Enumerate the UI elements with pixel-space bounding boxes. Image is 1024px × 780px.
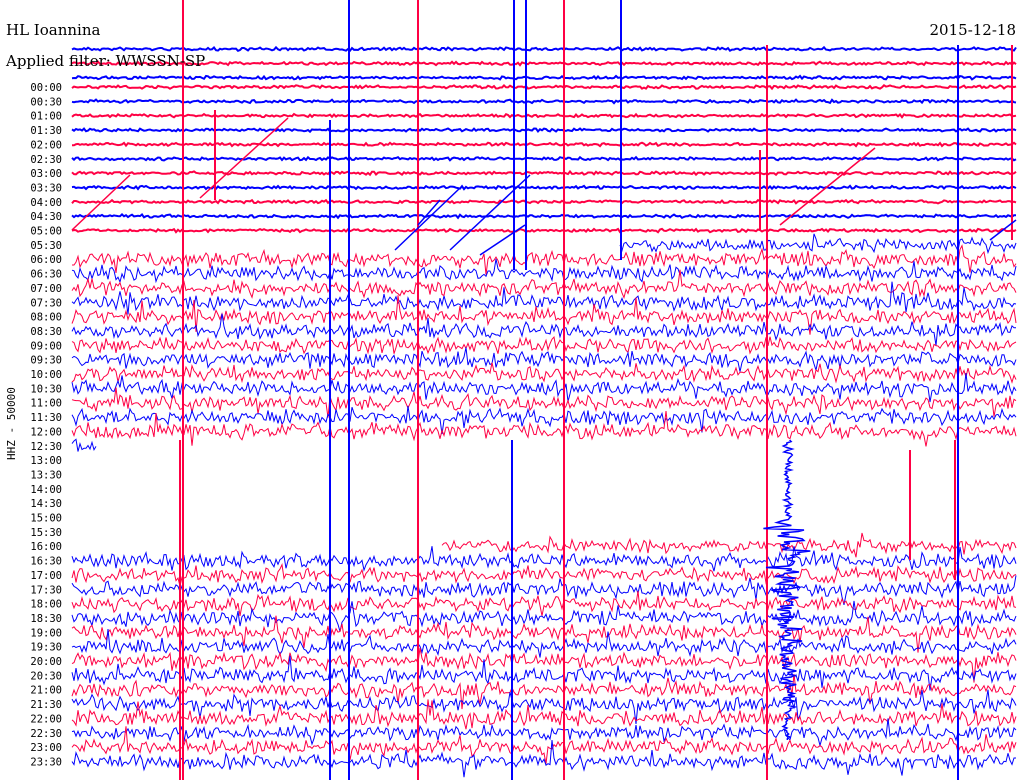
time-label-0000: 00:00 bbox=[30, 82, 62, 94]
trace-row-0530 bbox=[619, 233, 1017, 255]
time-label-0100: 01:00 bbox=[30, 111, 62, 123]
trace-row-1900 bbox=[71, 615, 1017, 653]
trace-row-1230 bbox=[71, 438, 97, 452]
time-label-1330: 13:30 bbox=[30, 469, 62, 481]
trace-row-1600 bbox=[441, 532, 1017, 558]
time-label-0630: 06:30 bbox=[30, 269, 62, 281]
time-label-0700: 07:00 bbox=[30, 283, 62, 295]
time-label-0330: 03:30 bbox=[30, 182, 62, 194]
time-label-0830: 08:30 bbox=[30, 326, 62, 338]
time-label-2000: 20:00 bbox=[30, 656, 62, 668]
time-label-0430: 04:30 bbox=[30, 211, 62, 223]
station-title: HL Ioannina bbox=[6, 21, 100, 39]
time-label-1730: 17:30 bbox=[30, 584, 62, 596]
time-label-0500: 05:00 bbox=[30, 226, 62, 238]
trace-row-pre2 bbox=[71, 74, 1017, 81]
trace-row-1000 bbox=[71, 362, 1017, 384]
y-axis-title: HHZ - 50000 bbox=[5, 387, 18, 460]
time-label-2100: 21:00 bbox=[30, 685, 62, 697]
trace-row-0400 bbox=[71, 198, 1017, 205]
trace-row-1700 bbox=[71, 562, 1017, 587]
trace-row-0430 bbox=[71, 213, 1016, 220]
traces-group bbox=[71, 0, 1017, 780]
trace-row-1630 bbox=[71, 546, 1017, 572]
trace-row-0000 bbox=[71, 83, 1017, 91]
trace-row-0100 bbox=[71, 112, 1017, 119]
time-label-1700: 17:00 bbox=[30, 570, 62, 582]
trace-row-1130 bbox=[71, 405, 1017, 435]
helicorder-plot: HL Ioannina 2015-12-18 00:00 00:30 01:00 01… bbox=[5, 0, 1017, 780]
trace-row-0300 bbox=[71, 169, 1017, 177]
time-label-0300: 03:00 bbox=[30, 168, 62, 180]
time-label-1000: 10:00 bbox=[30, 369, 62, 381]
time-axis-labels: 00:00 00:30 01:00 01:30 02:00 02:30 03:00 03:30… bbox=[30, 82, 62, 768]
time-label-1930: 19:30 bbox=[30, 642, 62, 654]
time-label-0800: 08:00 bbox=[30, 312, 62, 324]
time-label-1230: 12:30 bbox=[30, 441, 62, 453]
time-label-1430: 14:30 bbox=[30, 498, 62, 510]
time-label-0130: 01:30 bbox=[30, 125, 62, 137]
time-label-2330: 23:30 bbox=[30, 756, 62, 768]
time-label-1300: 13:00 bbox=[30, 455, 62, 467]
time-label-1500: 15:00 bbox=[30, 513, 62, 525]
trace-row-pre0 bbox=[71, 45, 1017, 53]
time-label-1200: 12:00 bbox=[30, 426, 62, 438]
trace-row-0900 bbox=[71, 336, 1017, 355]
trace-row-0200 bbox=[72, 141, 1017, 148]
time-label-1030: 10:30 bbox=[30, 383, 62, 395]
time-label-1400: 14:00 bbox=[30, 484, 62, 496]
trace-row-0500 bbox=[71, 227, 1017, 234]
time-label-1530: 15:30 bbox=[30, 527, 62, 539]
trace-row-2030 bbox=[71, 655, 1017, 691]
trace-row-1200 bbox=[71, 411, 1017, 447]
time-label-0030: 00:30 bbox=[30, 96, 62, 108]
time-label-0200: 02:00 bbox=[30, 139, 62, 151]
trace-row-0930 bbox=[71, 347, 1017, 372]
filter-label: Applied filter: WWSSN-SP bbox=[5, 52, 205, 70]
time-label-1130: 11:30 bbox=[30, 412, 62, 424]
date-label: 2015-12-18 bbox=[930, 21, 1016, 39]
trace-row-1930 bbox=[71, 629, 1017, 658]
time-label-0930: 09:30 bbox=[30, 355, 62, 367]
time-label-0900: 09:00 bbox=[30, 340, 62, 352]
time-label-2200: 22:00 bbox=[30, 713, 62, 725]
time-label-0230: 02:30 bbox=[30, 154, 62, 166]
time-label-1100: 11:00 bbox=[30, 398, 62, 410]
time-label-2030: 20:30 bbox=[30, 670, 62, 682]
time-label-1900: 19:00 bbox=[30, 627, 62, 639]
drift-7 bbox=[417, 199, 441, 226]
trace-row-pre1 bbox=[71, 60, 1017, 67]
time-label-0730: 07:30 bbox=[30, 297, 62, 309]
time-label-2300: 23:00 bbox=[30, 742, 62, 754]
time-label-1800: 18:00 bbox=[30, 599, 62, 611]
drift-2 bbox=[394, 187, 461, 251]
time-label-1630: 16:30 bbox=[30, 556, 62, 568]
time-label-0530: 05:30 bbox=[30, 240, 62, 252]
time-label-2130: 21:30 bbox=[30, 699, 62, 711]
trace-row-0130 bbox=[71, 127, 1017, 134]
time-label-2230: 22:30 bbox=[30, 728, 62, 740]
trace-row-0230 bbox=[71, 155, 1017, 162]
trace-row-0630 bbox=[71, 258, 1017, 284]
trace-row-0030 bbox=[71, 98, 1017, 105]
time-label-0400: 04:00 bbox=[30, 197, 62, 209]
time-label-0600: 06:00 bbox=[30, 254, 62, 266]
trace-row-1030 bbox=[71, 372, 1017, 403]
time-label-1600: 16:00 bbox=[30, 541, 62, 553]
time-label-1830: 18:30 bbox=[30, 613, 62, 625]
